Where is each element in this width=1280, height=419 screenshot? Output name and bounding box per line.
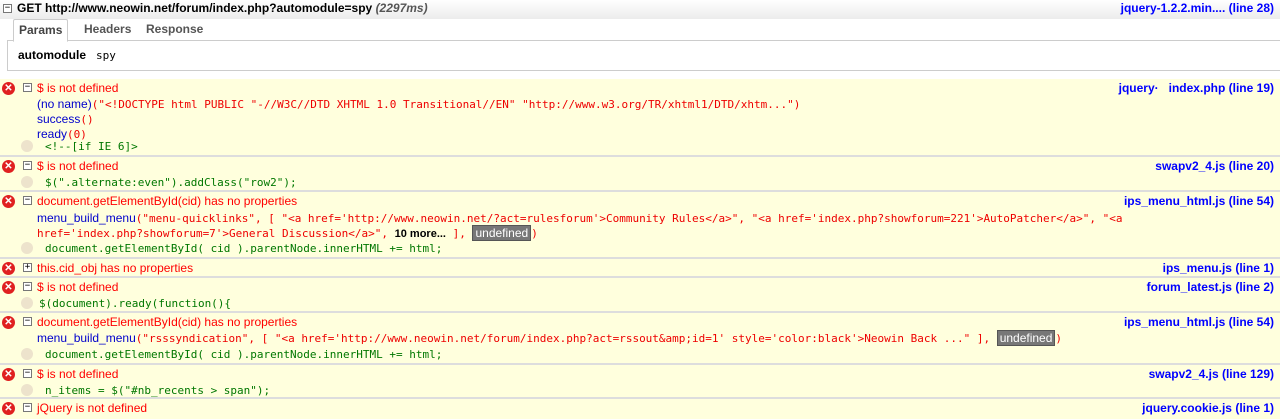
error-message[interactable]: jQuery is not defined <box>37 401 147 415</box>
error-entry: ✕ − $ is not defined swapv2_4.js (line 2… <box>0 157 1280 192</box>
stack-args: ("menu-quicklinks", [ "<a href='http://w… <box>135 212 1123 225</box>
tab-params[interactable]: Params <box>13 19 69 42</box>
error-entry: ✕ + this.cid_obj has no properties ips_m… <box>0 259 1280 278</box>
request-time: (2297ms) <box>375 1 428 15</box>
collapse-icon[interactable]: − <box>23 317 32 326</box>
stack-args: href='index.php?showforum=7'>General Dis… <box>37 227 395 240</box>
error-message[interactable]: document.getElementById(cid) has no prop… <box>37 194 297 208</box>
stack-function[interactable]: success <box>37 112 80 126</box>
stack-args: ], <box>445 227 473 240</box>
undefined-badge: undefined <box>996 330 1056 346</box>
stack-function[interactable]: (no name) <box>37 97 92 111</box>
error-x-icon: ✕ <box>2 402 15 415</box>
stack-frame: (no name)("<!DOCTYPE html PUBLIC "-//W3C… <box>37 97 1130 112</box>
collapse-icon[interactable]: − <box>23 196 32 205</box>
source-code: document.getElementById( cid ).parentNod… <box>45 242 443 255</box>
request-url: GET http://www.neowin.net/forum/index.ph… <box>17 1 373 15</box>
param-key: automodule <box>18 48 86 62</box>
error-entry: ✕ − $ is not defined swapv2_4.js (line 1… <box>0 365 1280 399</box>
source-link[interactable]: swapv2_4.js (line 20) <box>1155 159 1274 173</box>
collapse-icon[interactable]: − <box>3 4 12 13</box>
error-message[interactable]: $ is not defined <box>37 159 118 173</box>
stack-frame: menu_build_menu("rsssyndication", [ "<a … <box>37 330 1280 346</box>
source-link-prefix[interactable]: jquery· <box>1119 81 1159 95</box>
request-source-link[interactable]: jquery-1.2.2.min.... (line 28) <box>1121 0 1274 17</box>
stack-args: ("<!DOCTYPE html PUBLIC "-//W3C//DTD XHT… <box>91 98 801 111</box>
error-x-icon: ✕ <box>2 82 15 95</box>
request-header[interactable]: − GET http://www.neowin.net/forum/index.… <box>0 0 1280 19</box>
stack-frame: menu_build_menu("menu-quicklinks", [ "<a… <box>37 211 1280 226</box>
error-x-icon: ✕ <box>2 195 15 208</box>
error-entry: ✕ − document.getElementById(cid) has no … <box>0 313 1280 365</box>
error-x-icon: ✕ <box>2 281 15 294</box>
breakpoint-icon[interactable] <box>21 348 33 360</box>
error-message[interactable]: document.getElementById(cid) has no prop… <box>37 315 297 329</box>
error-message[interactable]: $ is not defined <box>37 81 118 95</box>
more-items-link[interactable]: 10 more... <box>395 228 446 240</box>
error-x-icon: ✕ <box>2 368 15 381</box>
source-link[interactable]: ips_menu.js (line 1) <box>1163 261 1274 275</box>
stack-trace: menu_build_menu("menu-quicklinks", [ "<a… <box>37 211 1280 241</box>
stack-function[interactable]: menu_build_menu <box>37 211 136 225</box>
tab-headers[interactable]: Headers <box>79 19 136 39</box>
stack-args: ) <box>531 227 538 240</box>
stack-args: ("rsssyndication", [ "<a href='http://ww… <box>135 332 997 345</box>
error-entry: ✕ − jQuery is not defined jquery.cookie.… <box>0 399 1280 419</box>
breakpoint-icon[interactable] <box>21 297 33 309</box>
param-value: spy <box>96 49 116 62</box>
collapse-icon[interactable]: − <box>23 282 32 291</box>
error-message[interactable]: $ is not defined <box>37 367 118 381</box>
params-panel: automodule spy <box>7 40 1280 71</box>
source-code: <!--[if IE 6]> <box>45 140 138 153</box>
stack-frame: ready(0) <box>37 127 1130 142</box>
error-x-icon: ✕ <box>2 262 15 275</box>
source-link[interactable]: forum_latest.js (line 2) <box>1147 280 1274 294</box>
collapse-icon[interactable]: − <box>23 83 32 92</box>
collapse-icon[interactable]: − <box>23 369 32 378</box>
source-link[interactable]: ips_menu_html.js (line 54) <box>1124 194 1274 208</box>
source-code: $(document).ready(function(){ <box>39 297 232 310</box>
source-code: document.getElementById( cid ).parentNod… <box>45 348 443 361</box>
stack-trace: (no name)("<!DOCTYPE html PUBLIC "-//W3C… <box>37 97 1130 142</box>
stack-trace: menu_build_menu("rsssyndication", [ "<a … <box>37 330 1280 346</box>
error-entry: ✕ − $ is not defined forum_latest.js (li… <box>0 278 1280 313</box>
error-message[interactable]: $ is not defined <box>37 280 118 294</box>
undefined-badge: undefined <box>472 225 532 241</box>
error-entry: ✕ − document.getElementById(cid) has no … <box>0 192 1280 259</box>
source-link[interactable]: ips_menu_html.js (line 54) <box>1124 315 1274 329</box>
error-message[interactable]: this.cid_obj has no properties <box>37 261 193 275</box>
error-entry: ✕ − $ is not defined jquery· index.php (… <box>0 79 1280 157</box>
error-x-icon: ✕ <box>2 316 15 329</box>
source-link[interactable]: swapv2_4.js (line 129) <box>1149 367 1274 381</box>
source-code: n_items = $("#nb_recents > span"); <box>45 384 271 397</box>
expand-icon[interactable]: + <box>23 263 32 272</box>
stack-frame-cont: href='index.php?showforum=7'>General Dis… <box>37 225 1280 241</box>
collapse-icon[interactable]: − <box>23 161 32 170</box>
source-code: $(".alternate:even").addClass("row2"); <box>45 176 297 189</box>
request-tabs: Params Headers Response <box>7 19 1280 42</box>
source-link[interactable]: index.php (line 19) <box>1169 81 1274 95</box>
breakpoint-icon[interactable] <box>21 384 33 396</box>
stack-frame: success() <box>37 112 1130 127</box>
error-x-icon: ✕ <box>2 160 15 173</box>
stack-args: () <box>80 113 94 126</box>
stack-args: ) <box>1055 332 1063 345</box>
breakpoint-icon[interactable] <box>21 176 33 188</box>
source-link[interactable]: jquery.cookie.js (line 1) <box>1142 401 1274 415</box>
breakpoint-icon[interactable] <box>21 242 33 254</box>
breakpoint-icon[interactable] <box>21 140 33 152</box>
stack-function[interactable]: menu_build_menu <box>37 331 136 345</box>
stack-function[interactable]: ready <box>37 127 67 141</box>
collapse-icon[interactable]: − <box>23 403 32 412</box>
tab-response[interactable]: Response <box>141 19 208 39</box>
